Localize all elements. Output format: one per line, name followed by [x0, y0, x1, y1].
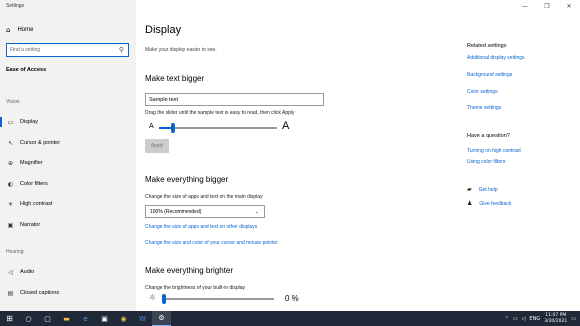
network-icon[interactable]: ▭ [513, 316, 518, 322]
scale-dropdown[interactable]: 100% (Recommended) ⌄ [145, 205, 265, 218]
sidebar-item-magnifier[interactable]: ⊕ Magnifier [0, 156, 136, 170]
theme-settings-link[interactable]: Theme settings [467, 105, 501, 111]
language-indicator[interactable]: ENG [529, 316, 540, 322]
home-icon: ⌂ [6, 26, 11, 34]
magnifier-icon: ⊕ [7, 159, 14, 167]
clock[interactable]: 11:07 PM 3/20/2021 [544, 313, 567, 325]
additional-display-settings-link[interactable]: Additional display settings [467, 55, 525, 61]
feedback-icon: ♟ [467, 200, 473, 207]
sidebar-home[interactable]: ⌂ Home [6, 26, 33, 34]
store-icon[interactable]: ▣ [95, 311, 114, 326]
give-feedback-label: Give feedback [479, 200, 512, 207]
section-vision: Vision [6, 99, 20, 105]
text-size-slider[interactable]: A A [145, 120, 305, 134]
word-icon[interactable]: W [133, 311, 152, 326]
window-controls: — ❐ ✕ [514, 0, 580, 12]
scale-dropdown-value: 100% (Recommended) [150, 208, 202, 215]
sidebar: Settings ⌂ Home Find a setting ⚲ Ease of… [0, 0, 136, 311]
sidebar-item-cursor[interactable]: ↖ Cursor & pointer [0, 136, 136, 150]
display-icon: ▭ [7, 118, 14, 126]
page-subtitle: Make your display easier to see. [145, 47, 217, 53]
captions-icon: ▤ [7, 289, 14, 297]
small-a-label: A [149, 123, 154, 130]
heading-text-bigger: Make text bigger [145, 74, 205, 83]
sidebar-item-label: Color filters [20, 181, 48, 187]
sample-text-field[interactable]: Sample text [145, 93, 324, 106]
get-help-link[interactable]: ▰ Get help [467, 186, 498, 193]
brightness-icon: ☼ [149, 293, 157, 302]
scale-label: Change the size of apps and text on the … [145, 194, 263, 200]
other-displays-link[interactable]: Change the size of apps and text on othe… [145, 224, 257, 230]
clock-date: 3/20/2021 [544, 318, 568, 324]
brightness-thumb[interactable] [162, 294, 166, 304]
page-title: Display [145, 24, 182, 36]
system-tray: ⌃ ▭ ◁ ENG 11:07 PM 3/20/2021 ▭ [505, 311, 580, 326]
task-view-icon[interactable]: ▢ [38, 311, 57, 326]
windows-start-icon[interactable]: ⊞ [0, 311, 19, 326]
sidebar-item-high-contrast[interactable]: ☀ High contrast [0, 197, 136, 211]
window-title: Settings [6, 3, 25, 9]
home-label: Home [17, 27, 34, 33]
minimize-icon[interactable]: — [514, 0, 536, 12]
sidebar-item-label: High contrast [20, 201, 53, 207]
sidebar-item-closed-captions[interactable]: ▤ Closed captions [0, 286, 136, 300]
sidebar-item-display[interactable]: ▭ Display [0, 115, 136, 129]
settings-icon[interactable]: ⚙ [152, 311, 171, 326]
sidebar-item-label: Magnifier [20, 160, 43, 166]
sidebar-item-narrator[interactable]: ▣ Narrator [0, 218, 136, 232]
background-settings-link[interactable]: Background settings [467, 72, 512, 78]
apply-button[interactable]: Apply [145, 139, 169, 153]
brightness-track[interactable] [162, 298, 274, 300]
close-icon[interactable]: ✕ [558, 0, 580, 12]
give-feedback-link[interactable]: ♟ Give feedback [467, 200, 511, 207]
category-title: Ease of Access [6, 67, 47, 73]
high-contrast-help-link[interactable]: Turning on high contrast [467, 148, 521, 154]
slider-thumb[interactable] [171, 123, 176, 133]
sidebar-item-label: Audio [20, 269, 35, 275]
related-settings-heading: Related settings [467, 43, 507, 49]
section-hearing: Hearing [6, 249, 24, 255]
heading-everything-brighter: Make everything brighter [145, 266, 234, 275]
color-filters-icon: ◐ [7, 180, 14, 188]
chevron-down-icon: ⌄ [254, 209, 259, 215]
brightness-slider[interactable]: ☼ 0 % [145, 293, 315, 305]
volume-icon[interactable]: ◁ [522, 316, 526, 322]
maximize-icon[interactable]: ❐ [536, 0, 558, 12]
notification-icon[interactable]: ▭ [571, 316, 576, 322]
brightness-value: 0 % [285, 294, 299, 303]
sidebar-item-label: Narrator [20, 222, 41, 228]
heading-everything-bigger: Make everything bigger [145, 175, 229, 184]
big-a-label: A [282, 120, 290, 132]
sidebar-item-label: Closed captions [20, 290, 60, 296]
file-explorer-icon[interactable]: ▬ [57, 311, 76, 326]
sidebar-item-label: Display [20, 119, 39, 125]
brightness-label: Change the brightness of your built-in d… [145, 285, 246, 291]
question-heading: Have a question? [467, 133, 510, 139]
main-content: — ❐ ✕ Display Make your display easier t… [136, 0, 580, 311]
text-size-hint: Drag the slider until the sample text is… [145, 110, 295, 116]
get-help-label: Get help [478, 186, 498, 193]
cursor-icon: ↖ [7, 139, 14, 147]
sidebar-item-color-filters[interactable]: ◐ Color filters [0, 177, 136, 191]
search-input[interactable]: Find a setting ⚲ [6, 43, 129, 57]
speaker-icon: ◁ [8, 268, 13, 276]
search-icon: ⚲ [118, 47, 124, 54]
chrome-icon[interactable]: ◉ [114, 311, 133, 326]
high-contrast-icon: ☀ [7, 200, 14, 208]
search-icon[interactable]: ○ [19, 311, 38, 326]
color-settings-link[interactable]: Color settings [467, 89, 498, 95]
cursor-pointer-link[interactable]: Change the size and color of your cursor… [145, 240, 278, 246]
chevron-up-icon[interactable]: ⌃ [505, 316, 509, 322]
sidebar-item-audio[interactable]: ◁ Audio [0, 265, 136, 279]
narrator-icon: ▣ [7, 221, 14, 229]
edge-icon[interactable]: e [76, 311, 95, 326]
color-filters-help-link[interactable]: Using color filters [467, 159, 505, 165]
slider-track[interactable] [159, 123, 277, 133]
search-placeholder: Find a setting [10, 47, 41, 53]
taskbar: ⊞ ○ ▢ ▬ e ▣ ◉ W ⚙ ⌃ ▭ ◁ ENG 11:07 PM 3/2… [0, 311, 580, 326]
sidebar-item-label: Cursor & pointer [20, 140, 61, 146]
help-chat-icon: ▰ [467, 186, 472, 193]
